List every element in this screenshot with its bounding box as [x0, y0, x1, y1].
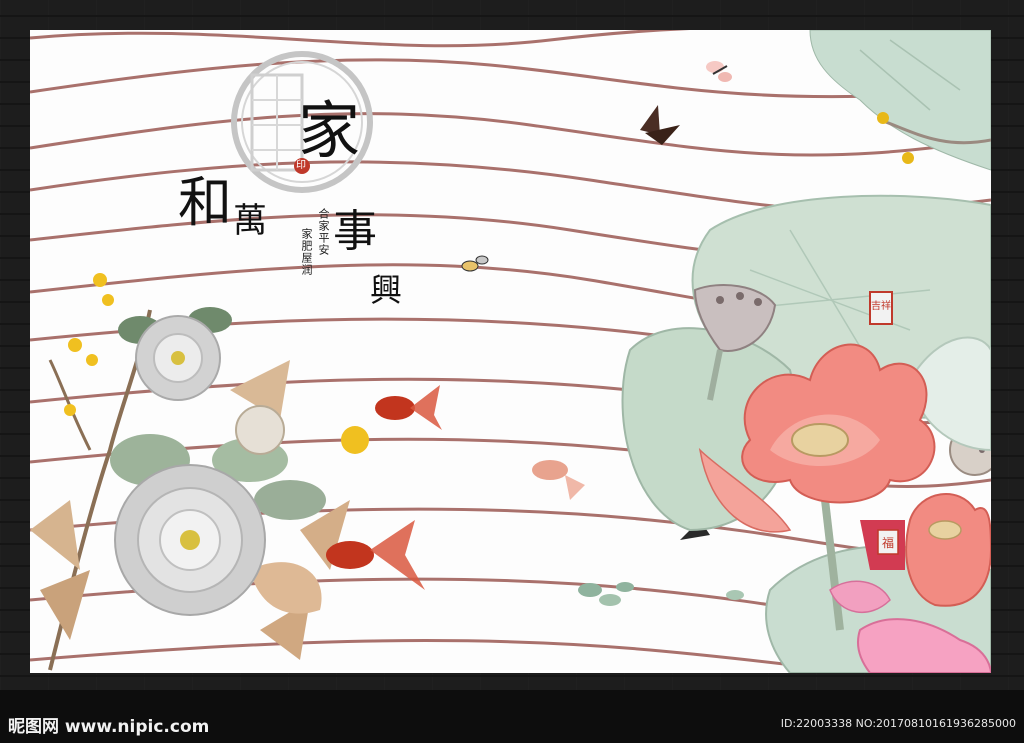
calligraphy-jia: 家	[298, 94, 361, 167]
mural-artwork	[30, 30, 991, 673]
calligraphy-he: 和	[178, 171, 232, 234]
peony-cluster-icon	[30, 273, 369, 671]
calligraphy-wan: 萬	[233, 201, 267, 241]
butterfly-dark-icon	[640, 105, 680, 145]
mural-canvas: 家 和 萬 事 興 合家平安 家肥屋润 印 吉祥 福	[30, 30, 991, 673]
poem-line-1: 合家平安	[317, 208, 330, 256]
watermark-id: ID:22003338 NO:20170810161936285000	[780, 717, 1016, 730]
seal-lotus-text: 吉祥	[871, 301, 891, 312]
goldfish-pale-icon	[532, 460, 585, 500]
goldfish-icon	[375, 385, 442, 430]
butterfly-icon	[706, 61, 732, 82]
poem-line-2: 家肥屋润	[300, 228, 313, 276]
lotus-leaf-top-icon	[809, 30, 991, 171]
seal-left-text: 印	[296, 160, 306, 171]
calligraphy-xing: 興	[370, 271, 403, 309]
calligraphy-shi: 事	[333, 206, 377, 257]
seal-lower-text: 福	[882, 536, 895, 550]
watermark-brand: 昵图网 www.nipic.com	[8, 717, 210, 737]
